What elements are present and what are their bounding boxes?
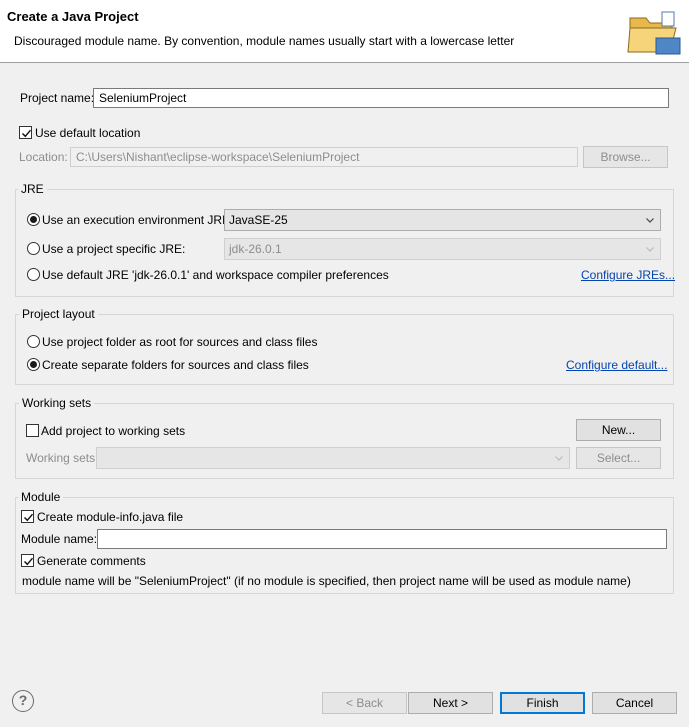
check-icon xyxy=(22,129,32,138)
jre-default-label: Use default JRE 'jdk-26.0.1' and workspa… xyxy=(42,268,389,282)
check-icon xyxy=(24,557,34,566)
layout-separate-label: Create separate folders for sources and … xyxy=(42,358,309,372)
use-default-location-label: Use default location xyxy=(35,126,141,140)
select-working-sets-button[interactable]: Select... xyxy=(576,447,661,469)
create-module-info-label: Create module-info.java file xyxy=(37,510,184,524)
jre-specific-value: jdk-26.0.1 xyxy=(229,242,282,256)
module-name-input[interactable] xyxy=(97,529,667,549)
back-button[interactable]: < Back xyxy=(322,692,407,714)
add-to-working-sets-label: Add project to working sets xyxy=(41,424,186,438)
new-working-set-button[interactable]: New... xyxy=(576,419,661,441)
project-layout-group-title: Project layout xyxy=(19,307,98,321)
wizard-header: Create a Java Project Discouraged module… xyxy=(0,0,689,63)
chevron-down-icon xyxy=(646,218,654,223)
next-button[interactable]: Next > xyxy=(408,692,493,714)
working-sets-label: Working sets: xyxy=(26,451,99,465)
cancel-button[interactable]: Cancel xyxy=(592,692,677,714)
jre-specific-select[interactable]: jdk-26.0.1 xyxy=(224,238,661,260)
chevron-down-icon xyxy=(646,247,654,252)
project-name-label: Project name: xyxy=(20,91,95,105)
jre-env-select[interactable]: JavaSE-25 xyxy=(224,209,661,231)
jre-specific-radio[interactable] xyxy=(27,242,40,255)
help-icon[interactable]: ? xyxy=(12,690,34,712)
layout-root-radio[interactable] xyxy=(27,335,40,348)
module-name-note: module name will be "SeleniumProject" (i… xyxy=(22,574,631,588)
jre-env-value: JavaSE-25 xyxy=(229,213,288,227)
module-group-title: Module xyxy=(18,490,64,504)
generate-comments-checkbox[interactable] xyxy=(21,554,34,567)
browse-button[interactable]: Browse... xyxy=(583,146,668,168)
generate-comments-label: Generate comments xyxy=(37,554,146,568)
jre-group-title: JRE xyxy=(18,182,47,196)
working-sets-select[interactable] xyxy=(96,447,570,469)
layout-separate-radio[interactable] xyxy=(27,358,40,371)
jre-env-radio[interactable] xyxy=(27,213,40,226)
finish-button[interactable]: Finish xyxy=(500,692,585,714)
location-input[interactable]: C:\Users\Nishant\eclipse-workspace\Selen… xyxy=(70,147,578,167)
add-to-working-sets-checkbox[interactable] xyxy=(26,424,39,437)
configure-default-link[interactable]: Configure default... xyxy=(566,358,667,372)
working-sets-group-title: Working sets xyxy=(19,396,95,410)
location-label: Location: xyxy=(19,150,68,164)
wizard-title: Create a Java Project xyxy=(7,9,139,24)
jre-default-radio[interactable] xyxy=(27,268,40,281)
use-default-location-checkbox[interactable] xyxy=(19,126,32,139)
chevron-down-icon xyxy=(555,456,563,461)
wizard-message: Discouraged module name. By convention, … xyxy=(14,34,515,48)
jre-env-label: Use an execution environment JRE: xyxy=(42,213,234,227)
new-project-folder-icon xyxy=(626,8,682,56)
layout-root-label: Use project folder as root for sources a… xyxy=(42,335,318,349)
configure-jres-link[interactable]: Configure JREs... xyxy=(581,268,675,282)
project-layout-group xyxy=(15,314,674,385)
module-name-label: Module name: xyxy=(21,532,98,546)
create-module-info-checkbox[interactable] xyxy=(21,510,34,523)
jre-specific-label: Use a project specific JRE: xyxy=(42,242,186,256)
project-name-input[interactable]: SeleniumProject xyxy=(93,88,669,108)
check-icon xyxy=(24,513,34,522)
